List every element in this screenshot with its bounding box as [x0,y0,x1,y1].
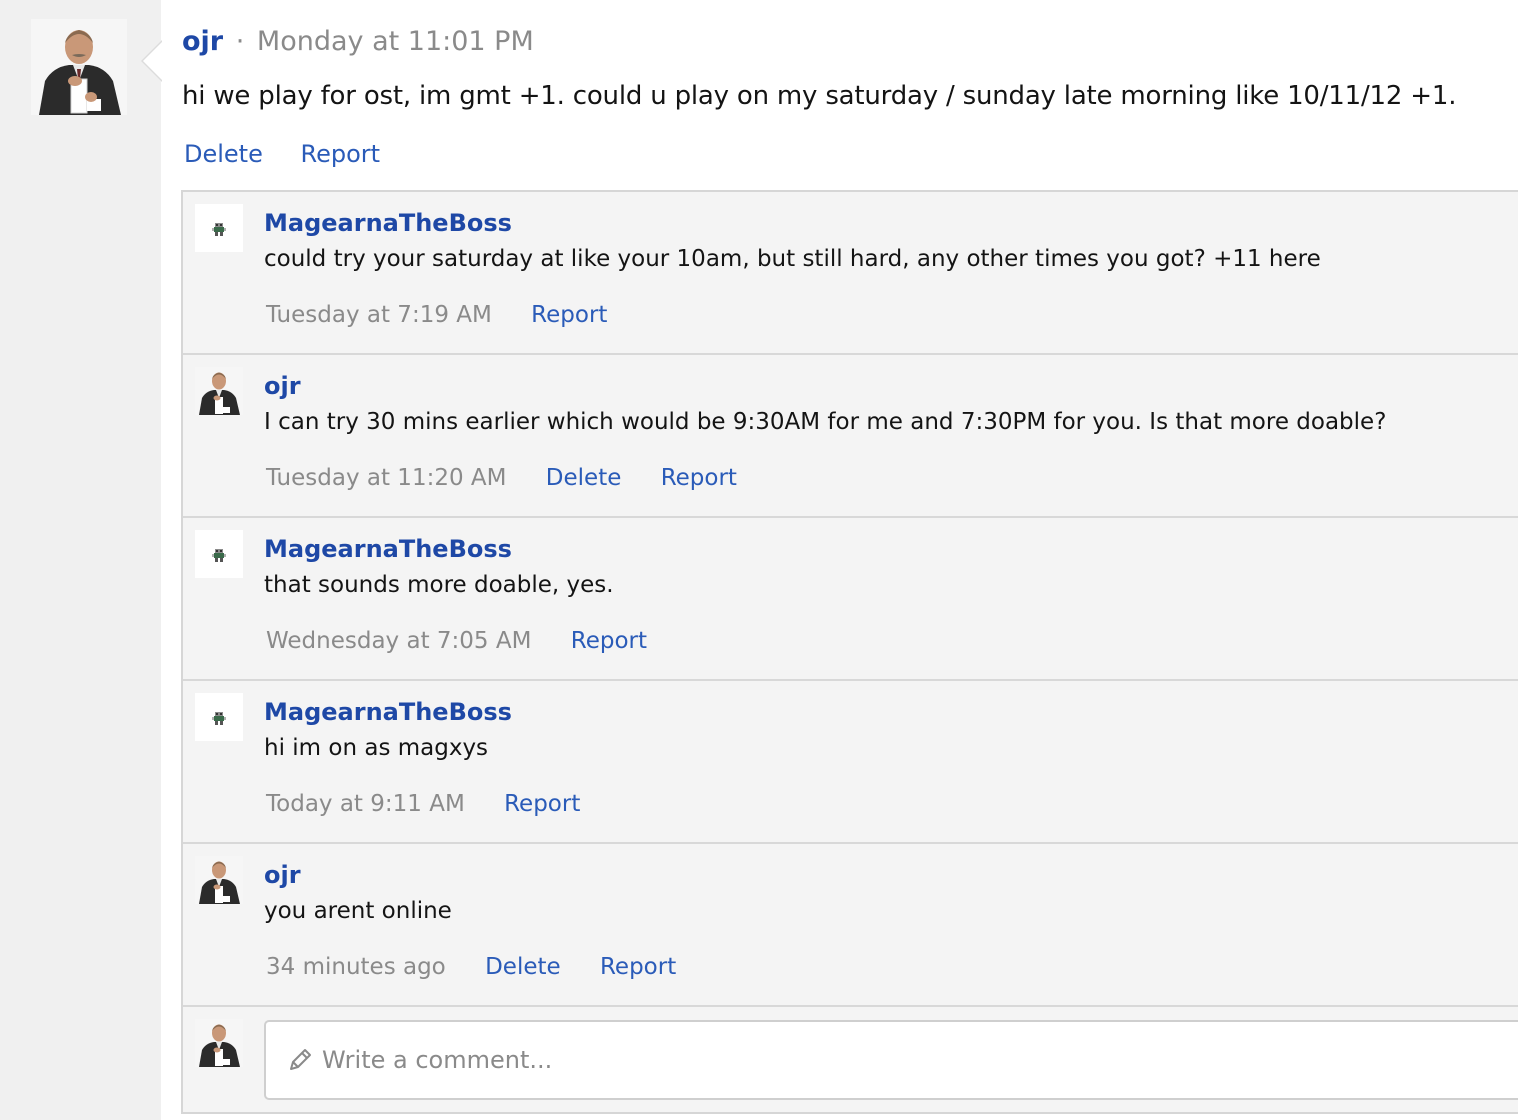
current-user-avatar [195,1019,243,1067]
person-photo-icon [31,19,127,115]
comment-report-link[interactable]: Report [600,954,676,980]
comment-author-avatar[interactable] [195,693,243,741]
post-header: ojr · Monday at 11:01 PM [182,22,534,62]
pixel-sprite-icon [195,693,243,741]
comment-text: could try your saturday at like your 10a… [264,246,1321,272]
post-pointer-fill [143,41,163,81]
comment-author-avatar[interactable] [195,204,243,252]
comment-time[interactable]: 34 minutes ago [266,954,446,980]
post-delete-link[interactable]: Delete [184,140,263,168]
comment-author-avatar[interactable] [195,530,243,578]
comment-time[interactable]: Tuesday at 7:19 AM [266,302,492,328]
comment-delete-link[interactable]: Delete [485,954,561,980]
pixel-sprite-icon [195,530,243,578]
comment-item: ojr you arent online 34 minutes ago Dele… [183,844,1518,1007]
comment-author-link[interactable]: ojr [264,858,301,892]
comment-delete-link[interactable]: Delete [546,465,622,491]
person-photo-icon [195,856,243,904]
comment-text: that sounds more doable, yes. [264,572,614,598]
comment-composer: Write a comment... [183,1007,1518,1112]
comment-report-link[interactable]: Report [504,791,580,817]
post-report-link[interactable]: Report [301,140,381,168]
comment-author-link[interactable]: MagearnaTheBoss [264,695,512,729]
person-photo-icon [195,1019,243,1067]
comment-text: hi im on as magxys [264,735,489,761]
comment-meta: Tuesday at 7:19 AM Report [266,298,639,332]
profile-post-page: ojr · Monday at 11:01 PM hi we play for … [0,0,1518,1120]
comment-meta: 34 minutes ago Delete Report [266,950,708,984]
comment-placeholder: Write a comment... [322,1046,553,1074]
comment-item: MagearnaTheBoss hi im on as magxys Today… [183,681,1518,844]
comment-author-avatar[interactable] [195,367,243,415]
pixel-sprite-icon [195,204,243,252]
post-actions: Delete Report [184,138,410,170]
comment-time[interactable]: Today at 9:11 AM [266,791,465,817]
comment-author-link[interactable]: MagearnaTheBoss [264,206,512,240]
left-gutter [0,0,161,1120]
post-message: hi we play for ost, im gmt +1. could u p… [182,81,1457,111]
person-photo-icon [195,367,243,415]
post-author-avatar[interactable] [31,19,127,115]
comment-meta: Wednesday at 7:05 AM Report [266,624,679,658]
pencil-icon [290,1049,311,1070]
comment-meta: Today at 9:11 AM Report [266,787,612,821]
comment-report-link[interactable]: Report [661,465,737,491]
comment-meta: Tuesday at 11:20 AM Delete Report [266,461,769,495]
comment-report-link[interactable]: Report [571,628,647,654]
comment-item: ojr I can try 30 mins earlier which woul… [183,355,1518,518]
comment-time[interactable]: Wednesday at 7:05 AM [266,628,531,654]
comment-text: you arent online [264,898,452,924]
comments-list: MagearnaTheBoss could try your saturday … [181,190,1518,1114]
comment-item: MagearnaTheBoss could try your saturday … [183,192,1518,355]
comment-item: MagearnaTheBoss that sounds more doable,… [183,518,1518,681]
comment-author-avatar[interactable] [195,856,243,904]
comment-author-link[interactable]: MagearnaTheBoss [264,532,512,566]
write-comment-input[interactable]: Write a comment... [264,1020,1518,1100]
post-date[interactable]: Monday at 11:01 PM [257,26,534,57]
comment-author-link[interactable]: ojr [264,369,301,403]
comment-text: I can try 30 mins earlier which would be… [264,409,1387,435]
post-author-link[interactable]: ojr [182,26,223,57]
comment-report-link[interactable]: Report [531,302,607,328]
separator-dot: · [235,26,245,57]
comment-time[interactable]: Tuesday at 11:20 AM [266,465,506,491]
